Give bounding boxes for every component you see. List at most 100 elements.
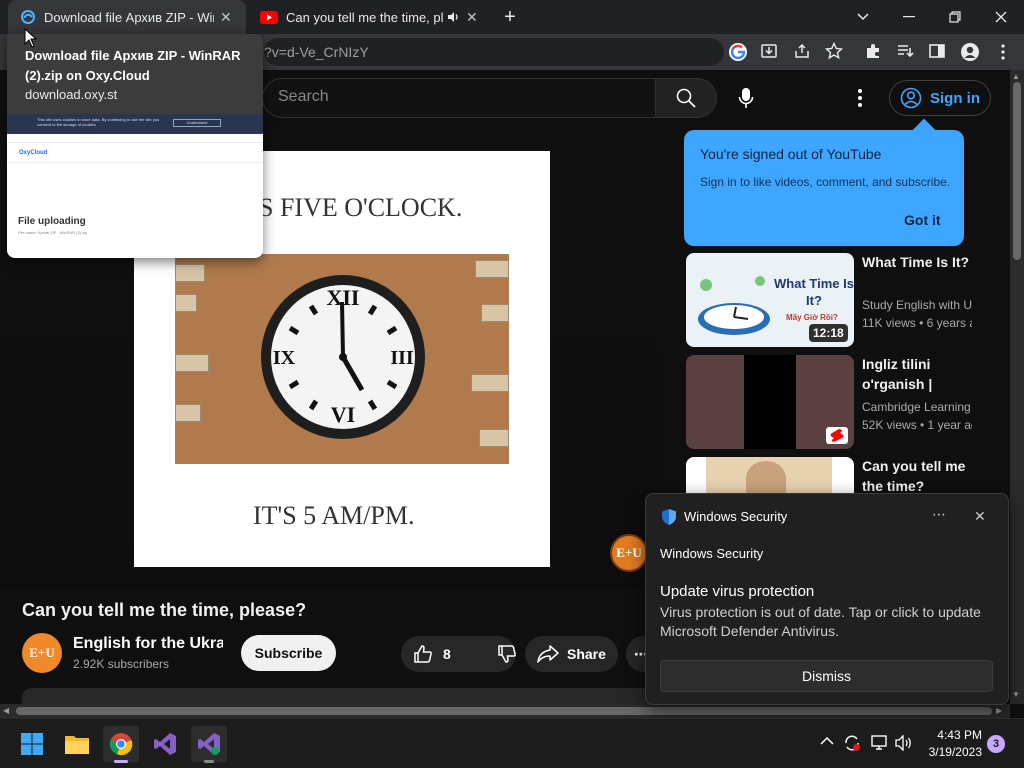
- search-button[interactable]: [655, 78, 717, 118]
- tab-hover-card: Download file Архив ZIP - WinRAR (2).zip…: [7, 34, 263, 258]
- tab-search-icon[interactable]: [840, 0, 886, 34]
- channel-name[interactable]: English for the Ukrainians: [73, 635, 223, 653]
- thumbs-up-icon: [413, 644, 433, 664]
- clock-face-icon: XII VI IX III: [261, 275, 425, 439]
- show-hidden-icons-chevron-icon[interactable]: [820, 736, 834, 746]
- hover-card-title: Download file Архив ZIP - WinRAR (2).zip…: [25, 48, 241, 83]
- thumb-title: What Time Is It?: [774, 276, 854, 308]
- svg-text:IX: IX: [273, 347, 296, 369]
- clock-illustration: XII VI IX III: [175, 254, 509, 464]
- thumbs-down-icon[interactable]: [497, 644, 517, 664]
- preview-logo: OxyCloud: [19, 150, 48, 156]
- toast-more-icon[interactable]: ⋯: [932, 506, 946, 523]
- scroll-up-icon[interactable]: ▲: [1012, 72, 1020, 81]
- speaker-icon[interactable]: [446, 10, 460, 24]
- volume-icon[interactable]: [895, 735, 913, 751]
- channel-avatar[interactable]: E+U: [22, 633, 62, 673]
- rec-title-2[interactable]: Ingliz tilini o'rganish | Cambridge: [862, 354, 972, 394]
- toast-app-name: Windows Security: [684, 509, 788, 524]
- toast-close-icon[interactable]: ✕: [974, 508, 986, 525]
- tab-title: Can you tell me the time, please?: [286, 9, 444, 25]
- google-icon[interactable]: [728, 42, 748, 62]
- running-app-indicator: [204, 760, 214, 763]
- chrome-icon[interactable]: [103, 726, 139, 762]
- tooltip-subtitle: Sign in to like videos, comment, and sub…: [700, 175, 951, 189]
- svg-text:VI: VI: [331, 402, 355, 427]
- preview-cookie-text: This site uses cookies to store data. By…: [37, 117, 160, 127]
- profile-icon[interactable]: [960, 42, 980, 62]
- dismiss-button[interactable]: Dismiss: [660, 660, 993, 692]
- chrome-menu-icon[interactable]: [993, 42, 1013, 62]
- sync-alert-icon[interactable]: [843, 734, 861, 752]
- extensions-icon[interactable]: [864, 42, 884, 62]
- minimize-button[interactable]: [886, 0, 932, 34]
- notification-badge[interactable]: 3: [987, 735, 1005, 753]
- subscribe-button[interactable]: Subscribe: [241, 635, 336, 671]
- hover-card-domain: download.oxy.st: [25, 87, 118, 102]
- rec-title-1[interactable]: What Time Is It?: [862, 252, 972, 272]
- rec-title-3[interactable]: Can you tell me the time?: [862, 456, 972, 496]
- visual-studio-icon[interactable]: [147, 726, 183, 762]
- subscriber-count: 2.92K subscribers: [73, 657, 170, 671]
- voice-search-button[interactable]: [728, 80, 764, 116]
- clock-thumbnail-icon: [698, 276, 770, 335]
- rec-meta-1: 11K views • 6 years ago: [862, 316, 972, 330]
- channel-watermark[interactable]: E+U: [610, 534, 648, 572]
- settings-menu-icon[interactable]: [850, 86, 870, 110]
- video-duration: 12:18: [809, 324, 848, 342]
- tab-close-icon[interactable]: ✕: [220, 9, 232, 26]
- like-button[interactable]: 8: [401, 636, 516, 672]
- visual-studio-installer-icon[interactable]: [191, 726, 227, 762]
- rec-thumbnail-2[interactable]: [686, 355, 854, 449]
- share-button[interactable]: Share: [525, 636, 618, 672]
- bookmark-star-icon[interactable]: [825, 42, 845, 62]
- restore-button[interactable]: [932, 0, 978, 34]
- file-explorer-icon[interactable]: [59, 726, 95, 762]
- new-tab-button[interactable]: +: [498, 4, 522, 30]
- tab-oxycloud[interactable]: Download file Архив ZIP - WinRAR (2).zip…: [8, 0, 246, 34]
- toast-body: Virus protection is out of date. Tap or …: [660, 604, 981, 639]
- got-it-button[interactable]: Got it: [904, 212, 941, 228]
- video-title: Can you tell me the time, please?: [22, 600, 307, 620]
- scroll-down-icon[interactable]: ▼: [1012, 690, 1020, 699]
- thumb-subtitle: Mấy Giờ Rồi?: [786, 313, 838, 322]
- network-icon[interactable]: [871, 735, 889, 751]
- tab-youtube[interactable]: Can you tell me the time, please? ✕: [250, 0, 488, 34]
- share-label: Share: [567, 646, 606, 662]
- side-panel-icon[interactable]: [928, 42, 948, 62]
- close-window-button[interactable]: [978, 0, 1024, 34]
- share-page-icon[interactable]: [793, 42, 813, 62]
- preview-file-line: File name: Архив ZIP - WinRAR (2).zip: [18, 230, 88, 235]
- search-icon: [676, 88, 696, 108]
- microphone-icon: [738, 87, 754, 109]
- install-app-icon[interactable]: [760, 42, 780, 62]
- slide-bottom-text: IT'S 5 AM/PM.: [253, 501, 415, 530]
- windows-start-icon[interactable]: [14, 726, 50, 762]
- horizontal-scrollbar-thumb[interactable]: [16, 707, 992, 715]
- url-text: ?v=d-Ve_CrNIzY: [264, 44, 369, 60]
- tooltip-title: You're signed out of YouTube: [700, 146, 882, 162]
- active-app-indicator: [114, 760, 128, 763]
- vertical-scrollbar-thumb[interactable]: [1013, 82, 1021, 260]
- rec-meta-2: 52K views • 1 year ago: [862, 418, 972, 432]
- reading-list-icon[interactable]: [896, 42, 916, 62]
- sign-in-button[interactable]: Sign in: [889, 80, 991, 116]
- taskbar-time[interactable]: 4:43 PM: [930, 728, 982, 742]
- windows-security-toast[interactable]: Windows Security ⋯ ✕ Windows Security Up…: [645, 493, 1009, 705]
- scroll-right-icon[interactable]: ▶: [996, 706, 1002, 715]
- windows-security-shield-icon: [661, 508, 677, 526]
- scroll-left-icon[interactable]: ◀: [3, 706, 9, 715]
- rec-channel-1[interactable]: Study English with Us: [862, 296, 972, 314]
- tab-title: Download file Архив ZIP - WinRAR (2).zip…: [44, 9, 214, 25]
- youtube-icon: [260, 10, 278, 24]
- rec-channel-2[interactable]: Cambridge Learning: [862, 398, 972, 416]
- preview-cookie-button: Understand: [173, 119, 221, 127]
- sign-in-label: Sign in: [930, 89, 980, 107]
- rec-thumbnail-3[interactable]: [686, 457, 854, 495]
- tab-close-icon[interactable]: ✕: [466, 9, 478, 26]
- account-icon: [900, 87, 922, 109]
- shorts-icon: [826, 427, 848, 444]
- like-count: 8: [443, 646, 451, 662]
- taskbar-date[interactable]: 3/19/2023: [922, 745, 982, 759]
- hover-card-preview: This site uses cookies to store data. By…: [7, 114, 263, 258]
